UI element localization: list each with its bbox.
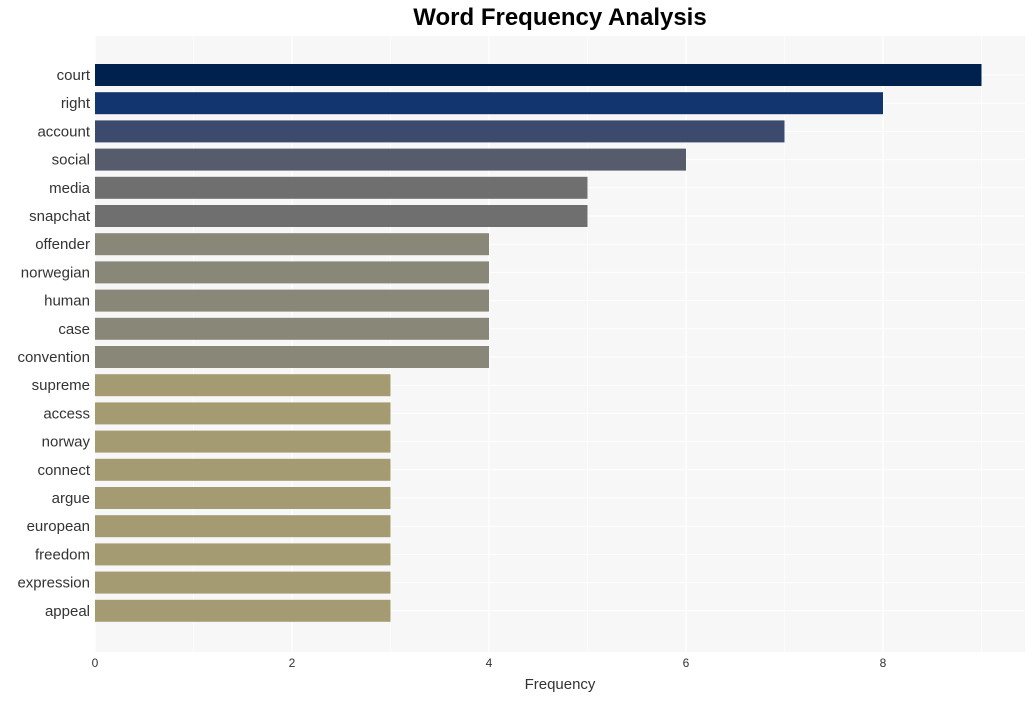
y-tick-label-social: social xyxy=(52,152,90,169)
x-tick-label-0: 0 xyxy=(92,656,99,670)
bar-offender xyxy=(95,233,489,256)
y-tick-label-convention: convention xyxy=(17,349,90,366)
bar-argue xyxy=(95,487,391,509)
y-tick-label-human: human xyxy=(44,293,90,310)
y-tick-label-appeal: appeal xyxy=(45,603,90,620)
bar-appeal xyxy=(95,599,391,622)
y-tick-label-norwegian: norwegian xyxy=(21,264,90,281)
bar-european xyxy=(95,515,391,538)
bar-convention xyxy=(95,346,489,368)
bar-case xyxy=(95,317,489,340)
x-tick-label-8: 8 xyxy=(880,656,887,670)
y-tick-label-account: account xyxy=(37,123,90,140)
y-tick-label-offender: offender xyxy=(35,236,90,253)
bar-social xyxy=(95,148,686,171)
y-tick-label-european: european xyxy=(27,518,90,535)
y-tick-label-court: court xyxy=(57,67,91,84)
y-tick-label-norway: norway xyxy=(42,434,91,451)
x-tick-label-6: 6 xyxy=(683,656,690,670)
bar-access xyxy=(95,402,391,425)
bar-chart: court right account social media snapchat offe… xyxy=(17,36,1025,693)
x-tick-labels: 0 2 4 6 8 xyxy=(92,656,887,670)
y-tick-label-access: access xyxy=(43,405,90,422)
bar-norway xyxy=(95,430,391,453)
bar-media xyxy=(95,176,588,199)
y-tick-labels: court right account social media snapchat offe… xyxy=(17,67,90,620)
y-tick-label-connect: connect xyxy=(37,462,90,479)
x-axis-label: Frequency xyxy=(525,676,596,693)
bar-supreme xyxy=(95,374,391,397)
x-tick-label-4: 4 xyxy=(486,656,493,670)
bar-expression xyxy=(95,571,391,594)
bar-court xyxy=(95,64,982,86)
y-tick-label-freedom: freedom xyxy=(35,546,90,563)
bar-connect xyxy=(95,458,391,481)
y-tick-label-snapchat: snapchat xyxy=(29,208,91,225)
y-tick-label-case: case xyxy=(58,321,90,338)
bar-freedom xyxy=(95,543,391,566)
y-tick-label-supreme: supreme xyxy=(32,377,90,394)
bar-right xyxy=(95,92,883,115)
bar-norwegian xyxy=(95,261,489,284)
bar-human xyxy=(95,289,489,312)
y-tick-label-argue: argue xyxy=(52,490,90,507)
y-tick-label-expression: expression xyxy=(17,575,90,592)
y-tick-label-right: right xyxy=(61,95,91,112)
y-tick-label-media: media xyxy=(49,180,91,197)
bar-account xyxy=(95,120,785,143)
x-tick-label-2: 2 xyxy=(289,656,296,670)
bar-snapchat xyxy=(95,205,588,227)
